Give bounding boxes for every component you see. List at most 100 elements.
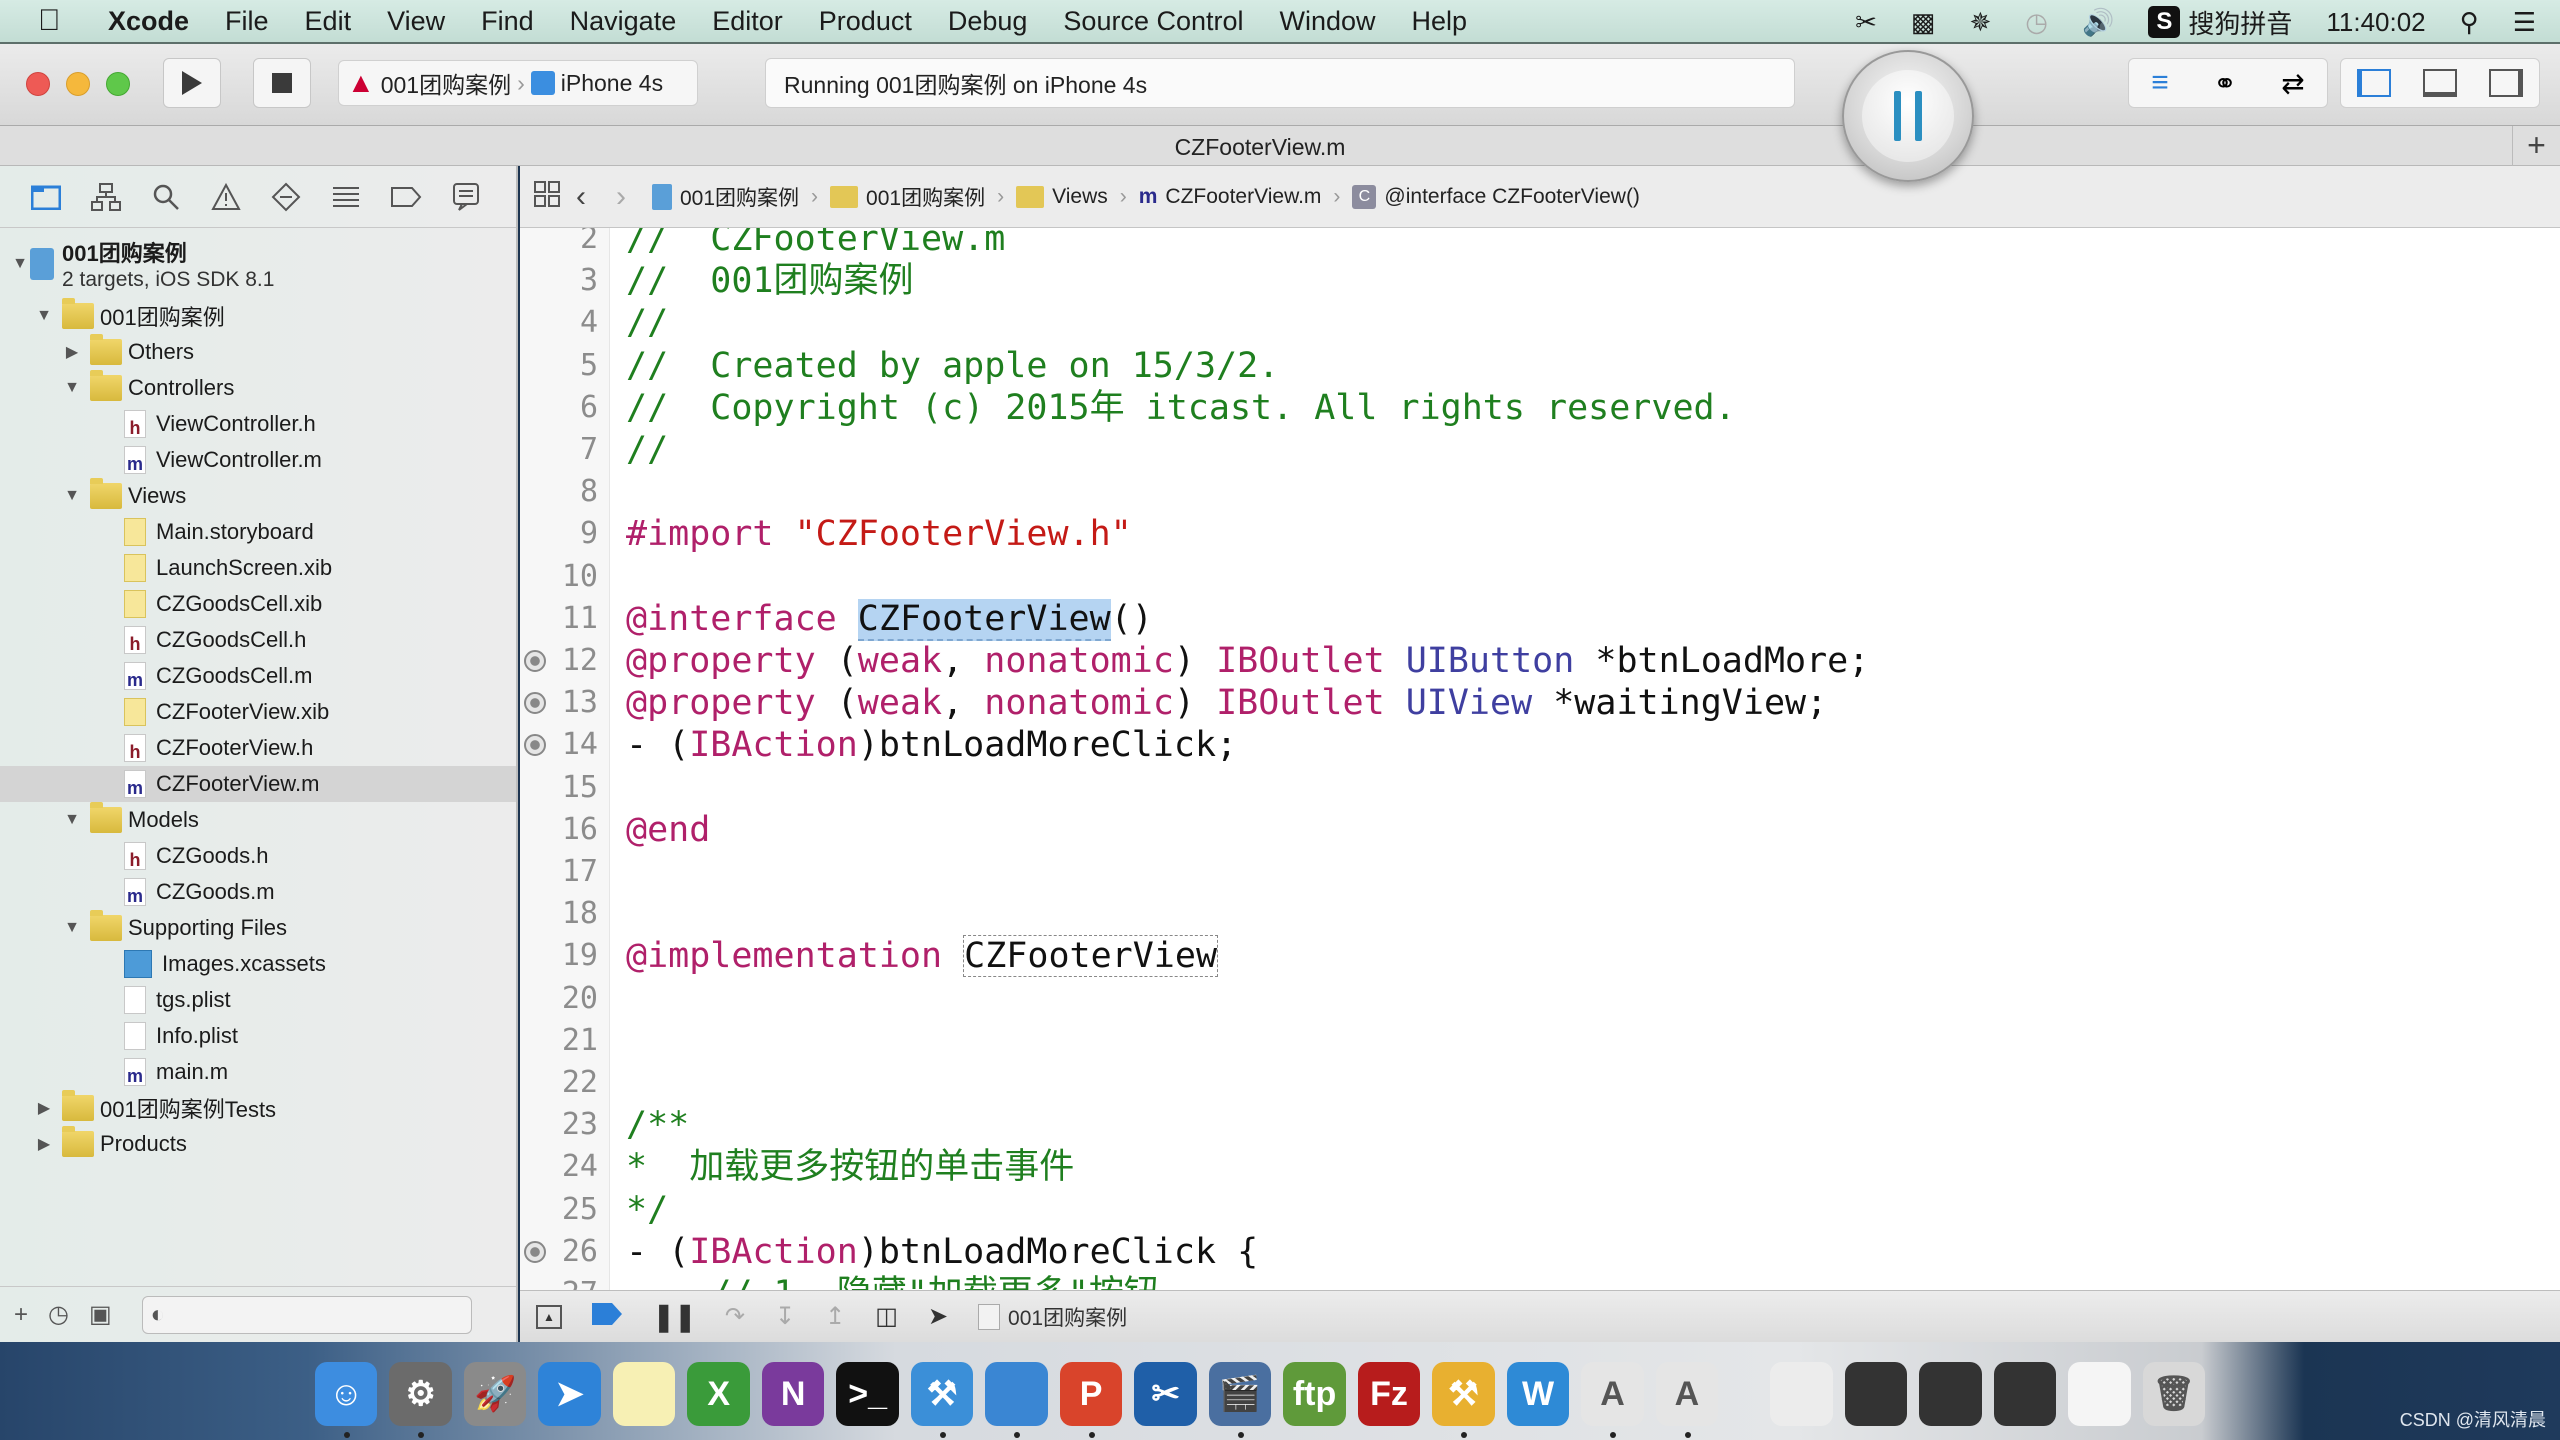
code-line[interactable]: 27 // 1. 隐藏"加载更多"按钮 [520, 1273, 2560, 1290]
dock-app-folder-icon[interactable] [2068, 1362, 2131, 1426]
tree-file-item[interactable]: h ViewController.h [0, 406, 516, 442]
step-out-icon[interactable]: ↥ [825, 1302, 845, 1331]
jump-crumb-group[interactable]: 001团购案例 [830, 182, 985, 212]
dock-app-screenshot-icon[interactable]: ✂ [1134, 1362, 1197, 1426]
test-navigator-icon[interactable] [270, 181, 302, 213]
tree-group-item[interactable]: ▼ Models [0, 802, 516, 838]
dock-app-recent-3-icon[interactable] [1919, 1362, 1982, 1426]
scheme-selector[interactable]: ▲ 001团购案例 › iPhone 4s [338, 60, 698, 106]
dock-app-excel-icon[interactable]: X [687, 1362, 750, 1426]
jump-crumb-views[interactable]: Views [1016, 185, 1108, 209]
menu-debug[interactable]: Debug [948, 6, 1028, 37]
dock-app-application-icon[interactable]: A [1655, 1362, 1719, 1438]
code-line[interactable]: 9 #import "CZFooterView.h" [520, 513, 2560, 555]
dock-app-filezilla-icon[interactable]: Fz [1357, 1362, 1421, 1426]
dock-app-instruments-icon[interactable]: ⚒ [1432, 1362, 1495, 1438]
code-line[interactable]: 11 @interface CZFooterView() [520, 598, 2560, 641]
dock-app-onenote-icon[interactable]: N [761, 1362, 825, 1426]
code-line[interactable]: 21 [520, 1020, 2560, 1062]
dock-app-recent-1-icon[interactable] [1770, 1362, 1833, 1426]
code-line[interactable]: 18 [520, 893, 2560, 935]
tree-file-item[interactable]: h CZGoodsCell.h [0, 622, 516, 658]
issue-navigator-icon[interactable] [210, 181, 242, 213]
tree-file-item[interactable]: tgs.plist [0, 982, 516, 1018]
code-line[interactable]: 8 [520, 471, 2560, 513]
scheme-device[interactable]: iPhone 4s [561, 70, 663, 97]
add-tab-button[interactable]: + [2512, 126, 2560, 166]
debug-navigator-icon[interactable] [330, 181, 362, 213]
step-over-icon[interactable]: ↷ [725, 1302, 745, 1331]
hide-debug-area-icon[interactable]: ▲ [536, 1304, 562, 1329]
code-line[interactable]: 23 /** [520, 1104, 2560, 1146]
code-line[interactable]: 10 [520, 556, 2560, 598]
recent-files-icon[interactable]: ◷ [48, 1300, 69, 1329]
symbol-navigator-icon[interactable] [90, 181, 122, 213]
menu-edit[interactable]: Edit [305, 6, 352, 37]
menu-editor[interactable]: Editor [712, 6, 783, 37]
code-line[interactable]: 20 [520, 978, 2560, 1020]
code-line[interactable]: 24 * 加载更多按钮的单击事件 [520, 1146, 2560, 1188]
apple-menu-icon[interactable]:  [38, 4, 78, 38]
add-file-icon[interactable]: + [14, 1301, 28, 1329]
menu-navigate[interactable]: Navigate [570, 6, 677, 37]
tree-group-item[interactable]: ▶ Products [0, 1126, 516, 1162]
code-line[interactable]: 22 [520, 1062, 2560, 1104]
tree-file-item[interactable]: h CZFooterView.h [0, 730, 516, 766]
menu-window[interactable]: Window [1280, 6, 1376, 37]
code-line[interactable]: 12 @property (weak, nonatomic) IBOutlet U… [520, 640, 2560, 682]
dock-app-word-icon[interactable]: W [1506, 1362, 1570, 1426]
code-line[interactable]: 14 - (IBAction)btnLoadMoreClick; [520, 724, 2560, 766]
tree-group-item[interactable]: ▶ Others [0, 334, 516, 370]
find-navigator-icon[interactable] [150, 181, 182, 213]
code-line[interactable]: 6 // Copyright (c) 2015年 itcast. All righ… [520, 387, 2560, 429]
menu-file[interactable]: File [225, 6, 269, 37]
dock-app-folder-icon[interactable] [985, 1362, 1048, 1438]
code-line[interactable]: 16 @end [520, 809, 2560, 851]
tree-file-item[interactable]: m CZFooterView.m [0, 766, 516, 802]
code-line[interactable]: 5 // Created by apple on 15/3/2. [520, 345, 2560, 387]
code-line[interactable]: 15 [520, 767, 2560, 809]
jump-crumb-symbol[interactable]: C @interface CZFooterView() [1352, 184, 1640, 209]
code-line[interactable]: 4 // [520, 302, 2560, 344]
disclosure-expanded-icon[interactable]: ▼ [62, 487, 82, 505]
report-navigator-icon[interactable] [450, 181, 482, 213]
tree-group-item[interactable]: ▼ Supporting Files [0, 910, 516, 946]
dock-app-powerpoint-icon[interactable]: P [1059, 1362, 1123, 1438]
dock-app-video-tool-icon[interactable]: 🎬 [1208, 1362, 1272, 1438]
tree-file-item[interactable]: Images.xcassets [0, 946, 516, 982]
volume-icon[interactable]: 🔊 [2082, 7, 2114, 38]
pause-execution-icon[interactable]: ❚❚ [652, 1300, 697, 1333]
disclosure-collapsed-icon[interactable]: ▶ [34, 1098, 54, 1118]
disclosure-expanded-icon[interactable]: ▼ [62, 379, 82, 397]
standard-editor-icon[interactable]: ≡ [2151, 66, 2169, 100]
breakpoint-navigator-icon[interactable] [390, 181, 422, 213]
zoom-window-button[interactable] [106, 72, 130, 96]
menu-source-control[interactable]: Source Control [1063, 6, 1243, 37]
tree-group-item[interactable]: ▼ Views [0, 478, 516, 514]
tree-file-item[interactable]: Info.plist [0, 1018, 516, 1054]
close-window-button[interactable] [26, 72, 50, 96]
code-line[interactable]: 3 // 001团购案例 [520, 260, 2560, 302]
bluetooth-icon[interactable]: ✵ [1969, 7, 1991, 38]
time-machine-icon[interactable]: ◷ [2025, 7, 2048, 38]
menu-product[interactable]: Product [819, 6, 912, 37]
disclosure-expanded-icon[interactable]: ▼ [10, 255, 30, 273]
toggle-utilities-icon[interactable] [2489, 69, 2523, 97]
scheme-project[interactable]: 001团购案例 [381, 66, 511, 100]
unsaved-filter-icon[interactable]: ▣ [89, 1300, 112, 1329]
disclosure-collapsed-icon[interactable]: ▶ [34, 1134, 54, 1154]
tree-file-item[interactable]: m ViewController.m [0, 442, 516, 478]
breakpoints-toggle-icon[interactable] [592, 1302, 622, 1331]
disclosure-expanded-icon[interactable]: ▼ [62, 919, 82, 937]
tree-file-item[interactable]: CZGoodsCell.xib [0, 586, 516, 622]
tree-group-item[interactable]: ▼ Controllers [0, 370, 516, 406]
dock-app-terminal-icon[interactable]: >_ [836, 1362, 899, 1426]
tree-file-item[interactable]: Main.storyboard [0, 514, 516, 550]
menu-view[interactable]: View [387, 6, 445, 37]
code-line[interactable]: 26 - (IBAction)btnLoadMoreClick { [520, 1231, 2560, 1273]
project-root[interactable]: ▼ 001团购案例 2 targets, iOS SDK 8.1 [0, 234, 516, 294]
forward-button[interactable]: › [616, 180, 626, 214]
dock-app-application-icon[interactable]: A [1581, 1362, 1644, 1438]
menu-find[interactable]: Find [481, 6, 534, 37]
code-line[interactable]: 2 // CZFooterView.m [520, 228, 2560, 260]
